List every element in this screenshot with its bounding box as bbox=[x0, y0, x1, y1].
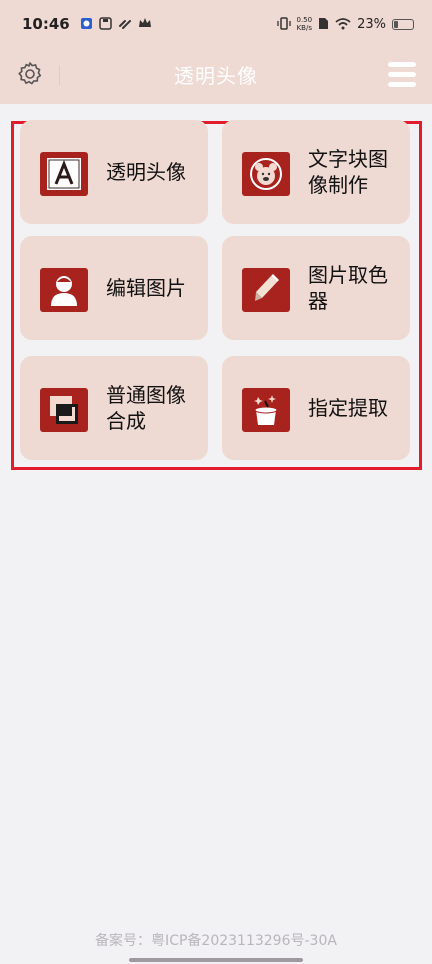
app-notification-icon bbox=[80, 17, 93, 32]
card-color-picker[interactable]: 图片取色器 bbox=[222, 236, 410, 340]
person-avatar-icon bbox=[40, 268, 88, 312]
menu-icon-line bbox=[388, 62, 416, 67]
menu-icon-line bbox=[388, 82, 416, 87]
battery-icon bbox=[392, 18, 414, 30]
card-transparent-avatar[interactable]: 透明头像 bbox=[20, 120, 208, 224]
menu-icon-line bbox=[388, 72, 416, 77]
icp-record-text[interactable]: 备案号：粤ICP备2023113296号-30A bbox=[0, 930, 432, 950]
home-indicator[interactable] bbox=[129, 958, 303, 962]
link-notification-icon bbox=[118, 17, 132, 32]
card-label: 图片取色器 bbox=[308, 263, 388, 313]
layers-icon bbox=[40, 388, 88, 432]
pen-icon bbox=[242, 268, 290, 312]
crown-notification-icon bbox=[138, 17, 152, 31]
letter-a-icon bbox=[40, 152, 88, 196]
magic-hat-icon bbox=[242, 388, 290, 432]
page-title: 透明头像 bbox=[174, 64, 258, 88]
status-right: 0.50 KB/s 23% bbox=[276, 16, 414, 32]
card-specified-extract[interactable]: 指定提取 bbox=[222, 356, 410, 460]
card-text-block-image[interactable]: 文字块图像制作 bbox=[222, 120, 410, 224]
net-speed-value: 0.50 bbox=[296, 16, 313, 24]
card-label: 文字块图像制作 bbox=[308, 147, 388, 197]
vibrate-icon bbox=[276, 16, 291, 32]
card-label: 编辑图片 bbox=[106, 276, 186, 300]
sim-card-icon bbox=[318, 17, 329, 32]
menu-button[interactable] bbox=[388, 62, 416, 88]
bear-face-icon bbox=[242, 152, 290, 196]
net-speed-unit: KB/s bbox=[296, 24, 312, 32]
card-image-compose[interactable]: 普通图像合成 bbox=[20, 356, 208, 460]
wifi-icon bbox=[335, 17, 351, 32]
card-label: 普通图像合成 bbox=[106, 383, 186, 433]
app-header: 透明头像 bbox=[0, 48, 432, 104]
save-notification-icon bbox=[99, 16, 112, 32]
card-label: 指定提取 bbox=[308, 396, 388, 420]
net-speed: 0.50 KB/s bbox=[297, 16, 313, 32]
card-edit-image[interactable]: 编辑图片 bbox=[20, 236, 208, 340]
battery-percent: 23% bbox=[357, 16, 386, 32]
status-left: 10:46 bbox=[22, 15, 152, 33]
status-time: 10:46 bbox=[22, 15, 70, 33]
card-label: 透明头像 bbox=[106, 160, 186, 184]
status-bar: 10:46 0.50 KB/s 23% bbox=[0, 0, 432, 48]
